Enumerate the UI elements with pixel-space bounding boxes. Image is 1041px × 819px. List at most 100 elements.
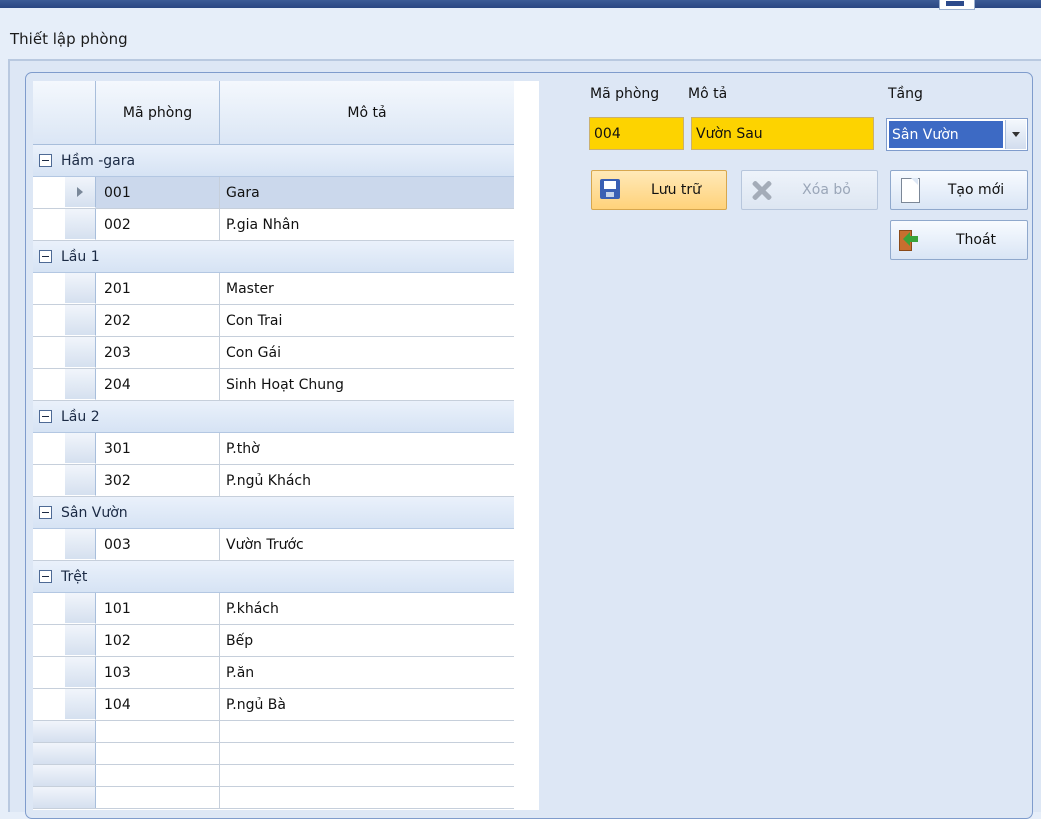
exit-button-label: Thoát	[955, 232, 997, 248]
row-selector[interactable]	[65, 305, 96, 336]
table-row[interactable]: 301 P.thờ	[33, 433, 514, 465]
description-cell[interactable]: Vườn Trước	[220, 529, 514, 560]
description-cell[interactable]: P.ngủ Bà	[220, 689, 514, 720]
row-selector[interactable]	[65, 177, 96, 208]
group-row[interactable]: Sân Vườn	[33, 497, 514, 529]
description-cell[interactable]: P.ăn	[220, 657, 514, 688]
table-row[interactable]: 103 P.ăn	[33, 657, 514, 689]
group-indent	[33, 369, 65, 400]
delete-button[interactable]: Xóa bỏ	[741, 170, 878, 210]
exit-button[interactable]: Thoát	[890, 220, 1028, 260]
room-code-cell[interactable]: 102	[96, 625, 220, 656]
room-code-cell[interactable]: 204	[96, 369, 220, 400]
row-selector[interactable]	[65, 433, 96, 464]
table-row[interactable]: 101 P.khách	[33, 593, 514, 625]
room-code-cell[interactable]: 202	[96, 305, 220, 336]
row-selector[interactable]	[65, 465, 96, 496]
empty-cell	[33, 765, 96, 786]
room-grid[interactable]: Mã phòng Mô tả Hầm -gara 001 Gara 002 P.gia …	[33, 81, 539, 810]
description-cell[interactable]: Bếp	[220, 625, 514, 656]
table-row[interactable]: 204 Sinh Hoạt Chung	[33, 369, 514, 401]
row-selector[interactable]	[65, 625, 96, 656]
column-header-room-code[interactable]: Mã phòng	[96, 81, 220, 144]
group-indent	[33, 209, 65, 240]
table-row[interactable]: 102 Bếp	[33, 625, 514, 657]
collapse-icon[interactable]	[39, 570, 52, 583]
room-code-cell[interactable]: 104	[96, 689, 220, 720]
floor-dropdown-button[interactable]	[1005, 120, 1026, 149]
room-code-label: Mã phòng	[590, 86, 660, 102]
table-row[interactable]: 302 P.ngủ Khách	[33, 465, 514, 497]
room-code-cell[interactable]: 302	[96, 465, 220, 496]
save-button[interactable]: Lưu trữ	[591, 170, 727, 210]
table-row[interactable]: 201 Master	[33, 273, 514, 305]
app-logo-icon	[939, 0, 975, 10]
room-code-cell[interactable]: 201	[96, 273, 220, 304]
group-label: Sân Vườn	[61, 504, 128, 521]
collapse-icon[interactable]	[39, 506, 52, 519]
table-row[interactable]: 104 P.ngủ Bà	[33, 689, 514, 721]
new-button-label: Tạo mới	[947, 182, 1005, 198]
collapse-icon[interactable]	[39, 410, 52, 423]
column-header-description[interactable]: Mô tả	[220, 81, 514, 144]
empty-cell	[220, 743, 514, 764]
table-row[interactable]: 202 Con Trai	[33, 305, 514, 337]
empty-row	[33, 765, 514, 787]
row-selector[interactable]	[65, 593, 96, 624]
save-button-label: Lưu trữ	[650, 182, 702, 198]
row-selector[interactable]	[65, 337, 96, 368]
description-cell[interactable]: Sinh Hoạt Chung	[220, 369, 514, 400]
description-cell[interactable]: P.thờ	[220, 433, 514, 464]
floor-select-value: Sân Vườn	[889, 121, 1003, 148]
row-selector[interactable]	[65, 273, 96, 304]
description-cell[interactable]: Con Trai	[220, 305, 514, 336]
room-code-cell[interactable]: 101	[96, 593, 220, 624]
empty-cell	[220, 787, 514, 808]
description-input[interactable]	[691, 117, 874, 150]
row-selector[interactable]	[65, 529, 96, 560]
description-cell[interactable]: P.ngủ Khách	[220, 465, 514, 496]
description-cell[interactable]: P.khách	[220, 593, 514, 624]
empty-row	[33, 787, 514, 809]
room-code-cell[interactable]: 103	[96, 657, 220, 688]
group-row[interactable]: Lầu 2	[33, 401, 514, 433]
floor-select[interactable]: Sân Vườn	[886, 118, 1028, 151]
table-row[interactable]: 002 P.gia Nhân	[33, 209, 514, 241]
room-code-cell[interactable]: 003	[96, 529, 220, 560]
group-indent	[33, 305, 65, 336]
group-indent	[33, 177, 65, 208]
group-row[interactable]: Lầu 1	[33, 241, 514, 273]
row-selector[interactable]	[65, 689, 96, 720]
room-code-cell[interactable]: 203	[96, 337, 220, 368]
empty-cell	[33, 721, 96, 742]
row-selector[interactable]	[65, 657, 96, 688]
row-selector[interactable]	[65, 369, 96, 400]
new-button[interactable]: Tạo mới	[890, 170, 1028, 210]
exit-door-icon	[897, 227, 923, 253]
collapse-icon[interactable]	[39, 250, 52, 263]
description-cell[interactable]: Gara	[220, 177, 514, 208]
save-icon	[598, 177, 624, 203]
room-code-input[interactable]	[589, 117, 684, 150]
table-row[interactable]: 001 Gara	[33, 177, 514, 209]
room-code-cell[interactable]: 301	[96, 433, 220, 464]
group-indent	[33, 433, 65, 464]
group-row[interactable]: Hầm -gara	[33, 145, 514, 177]
group-indent	[33, 465, 65, 496]
group-row[interactable]: Trệt	[33, 561, 514, 593]
table-row[interactable]: 003 Vườn Trước	[33, 529, 514, 561]
group-indent	[33, 529, 65, 560]
row-selector[interactable]	[65, 209, 96, 240]
description-cell[interactable]: Master	[220, 273, 514, 304]
empty-cell	[96, 721, 220, 742]
room-code-cell[interactable]: 001	[96, 177, 220, 208]
description-cell[interactable]: P.gia Nhân	[220, 209, 514, 240]
grid-scroll-area	[514, 81, 539, 810]
collapse-icon[interactable]	[39, 154, 52, 167]
description-cell[interactable]: Con Gái	[220, 337, 514, 368]
group-indent	[33, 273, 65, 304]
new-document-icon	[897, 177, 923, 203]
table-row[interactable]: 203 Con Gái	[33, 337, 514, 369]
room-code-cell[interactable]: 002	[96, 209, 220, 240]
group-indent	[33, 337, 65, 368]
